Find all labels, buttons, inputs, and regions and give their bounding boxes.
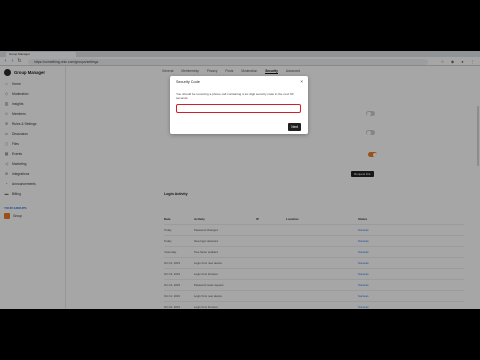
security-code-input[interactable] [176, 104, 301, 113]
close-icon[interactable]: × [300, 79, 303, 84]
security-code-dialog: Security Code × You should be receiving … [170, 76, 308, 134]
screen: Group Manager ‹ › ↻ https://something.on… [0, 51, 480, 309]
next-button[interactable]: Next [288, 123, 301, 131]
dialog-message: You should be receiving a phone call con… [176, 92, 294, 100]
dialog-title: Security Code [176, 80, 200, 84]
